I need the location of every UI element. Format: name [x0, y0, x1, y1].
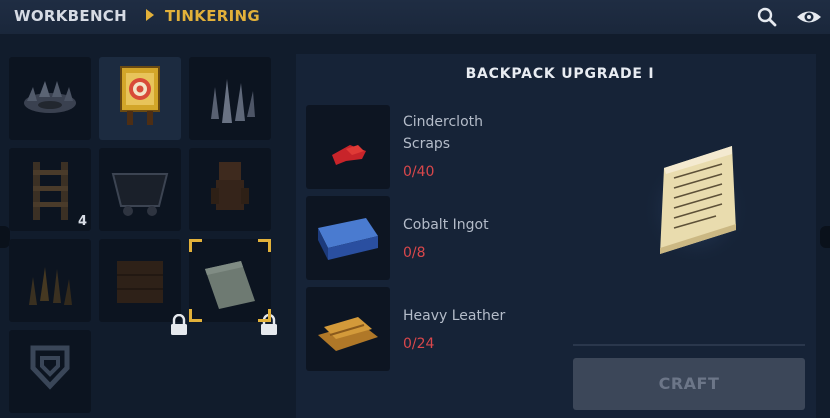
target-dummy-icon	[120, 66, 160, 125]
slot-spike-cluster[interactable]	[189, 57, 271, 140]
search-icon[interactable]	[756, 6, 778, 32]
scroll-icon	[640, 140, 750, 260]
slot-target-dummy[interactable]	[99, 57, 181, 140]
blue-ingot-icon	[318, 218, 378, 260]
stakes-icon	[29, 267, 72, 305]
ingredient-name: Cobalt Ingot	[403, 217, 489, 233]
emblem-icon	[30, 345, 70, 390]
breadcrumb-separator-icon	[146, 9, 154, 21]
slot-stakes[interactable]	[9, 239, 91, 322]
ingredient-qty: 0/24	[403, 336, 435, 352]
mine-cart-icon	[111, 173, 169, 216]
breadcrumb-current: TINKERING	[165, 7, 260, 25]
ingredient-slot[interactable]	[306, 196, 390, 280]
highlight-corner	[258, 239, 271, 252]
spike-cluster-icon	[211, 79, 255, 123]
recipe-title: BACKPACK UPGRADE I	[465, 66, 655, 82]
slot-spiked-trap[interactable]	[9, 57, 91, 140]
ingredient-slot[interactable]	[306, 287, 390, 371]
ingredient-qty: 0/40	[403, 164, 435, 180]
craft-button[interactable]: CRAFT	[573, 358, 805, 410]
eye-icon[interactable]	[796, 6, 822, 32]
slot-crate[interactable]	[99, 239, 187, 335]
slot-mine-cart[interactable]	[99, 148, 181, 231]
divider	[573, 344, 805, 346]
slot-ladder[interactable]: 4	[9, 148, 91, 231]
slot-emblem[interactable]	[9, 330, 91, 413]
top-bar: WORKBENCH TINKERING	[0, 0, 830, 34]
right-edge-tab[interactable]	[820, 226, 830, 248]
wooden-idol-icon	[211, 162, 249, 210]
ingredient-qty: 0/8	[403, 245, 426, 261]
highlight-corner	[189, 239, 202, 252]
leather-icon	[318, 317, 378, 351]
highlight-corner	[189, 309, 202, 322]
ingredient-slot[interactable]	[306, 105, 390, 189]
slot-wooden-idol[interactable]	[189, 148, 271, 231]
slot-backpack-upgrade[interactable]	[189, 239, 277, 335]
highlight-corner	[258, 309, 271, 322]
ingredient-name: Cindercloth Scraps	[403, 114, 484, 152]
red-cloth-icon	[332, 145, 366, 165]
crate-icon	[117, 261, 163, 303]
spiked-trap-icon	[24, 81, 76, 113]
breadcrumb-root[interactable]: WORKBENCH	[14, 7, 127, 25]
ingredient-name: Heavy Leather	[403, 308, 506, 324]
item-count: 4	[77, 214, 87, 229]
